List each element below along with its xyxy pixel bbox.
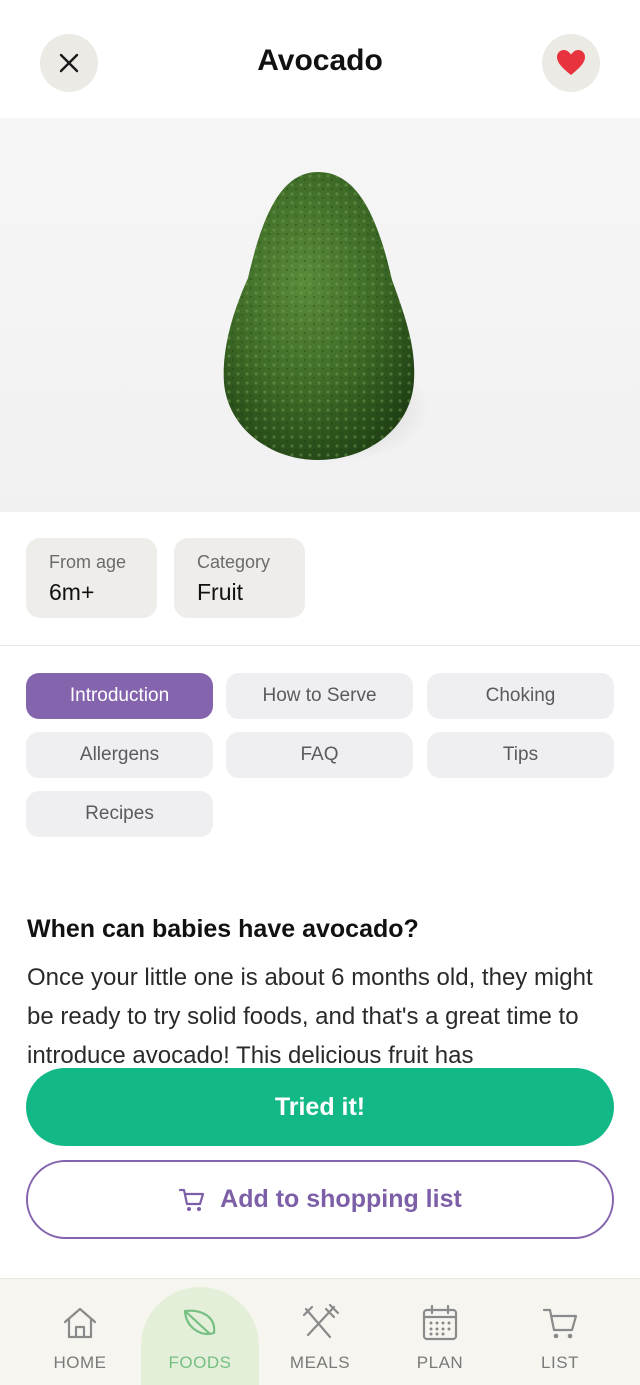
nav-item-list[interactable]: LIST xyxy=(496,1279,624,1385)
from-age-card: From age 6m+ xyxy=(26,538,157,618)
favorite-button[interactable] xyxy=(542,34,600,92)
shopping-list-label: Add to shopping list xyxy=(220,1185,462,1213)
nav-label-plan: PLAN xyxy=(416,1353,464,1372)
add-to-shopping-list-button[interactable]: Add to shopping list xyxy=(26,1160,614,1239)
divider xyxy=(0,645,640,646)
nav-item-home[interactable]: HOME xyxy=(16,1279,144,1385)
nav-item-plan[interactable]: PLAN xyxy=(376,1279,504,1385)
tab-tips[interactable]: Tips xyxy=(427,732,614,778)
avocado-illustration xyxy=(223,172,430,463)
heart-icon xyxy=(557,50,585,75)
home-icon xyxy=(63,1307,97,1339)
tab-choking[interactable]: Choking xyxy=(427,673,614,719)
cart-icon xyxy=(542,1308,578,1339)
nav-label-home: HOME xyxy=(53,1353,107,1372)
leaf-icon xyxy=(183,1309,216,1336)
cart-icon xyxy=(179,1188,205,1211)
utensils-icon xyxy=(302,1303,340,1339)
food-image xyxy=(0,118,640,512)
bottom-nav: HOME FOODS MEALS PLAN LIST xyxy=(0,1278,640,1385)
section-body: Once your little one is about 6 months o… xyxy=(27,964,593,1068)
tab-how-to-serve[interactable]: How to Serve xyxy=(226,673,413,719)
from-age-value: 6m+ xyxy=(49,579,95,605)
tab-faq[interactable]: FAQ xyxy=(226,732,413,778)
nav-label-list: LIST xyxy=(541,1353,579,1372)
section-heading: When can babies have avocado? xyxy=(27,915,419,943)
tab-allergens[interactable]: Allergens xyxy=(26,732,213,778)
nav-item-foods[interactable]: FOODS xyxy=(136,1279,264,1385)
tried-it-button[interactable]: Tried it! xyxy=(26,1068,614,1146)
tab-introduction[interactable]: Introduction xyxy=(26,673,213,719)
header: Avocado xyxy=(0,0,640,118)
nav-label-foods: FOODS xyxy=(168,1353,232,1372)
nav-item-meals[interactable]: MEALS xyxy=(256,1279,384,1385)
category-card: Category Fruit xyxy=(174,538,305,618)
nav-label-meals: MEALS xyxy=(289,1353,351,1372)
tab-recipes[interactable]: Recipes xyxy=(26,791,213,837)
from-age-label: From age xyxy=(49,552,127,572)
category-value: Fruit xyxy=(197,579,243,605)
calendar-icon xyxy=(422,1304,458,1341)
category-label: Category xyxy=(197,552,271,572)
